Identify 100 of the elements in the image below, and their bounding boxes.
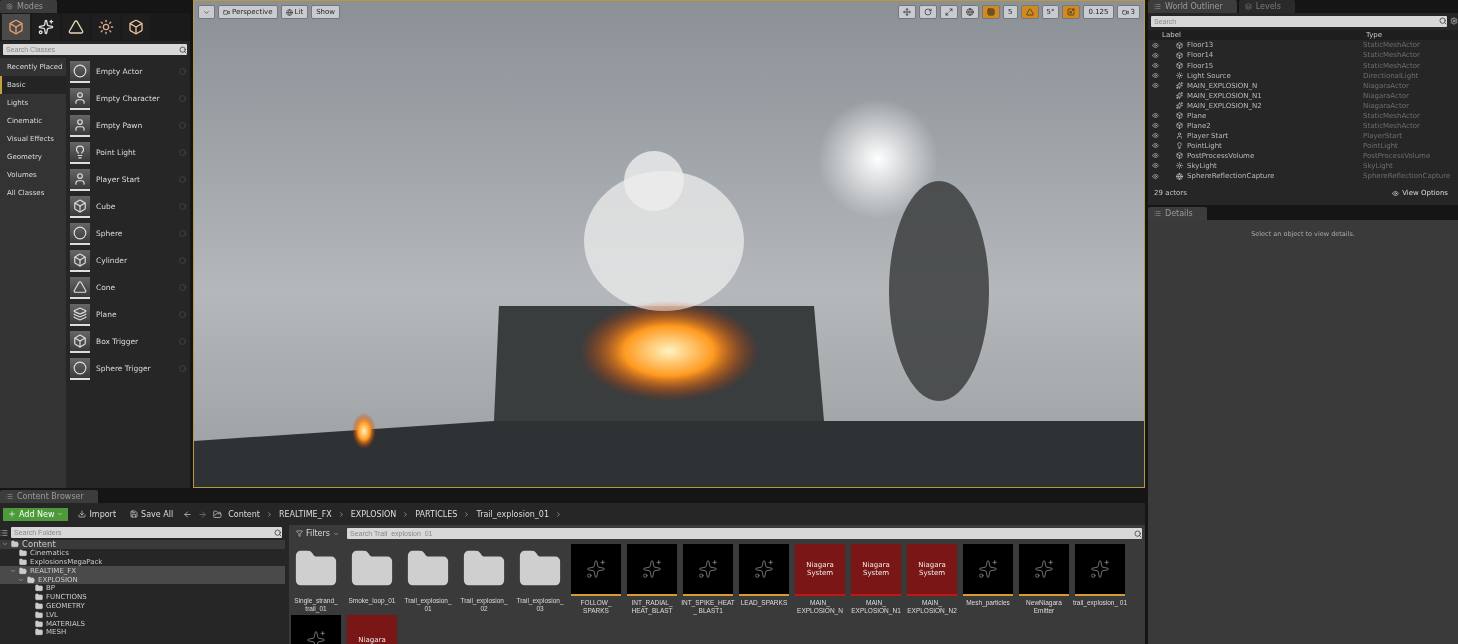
plane-icon — [73, 306, 87, 321]
breadcrumb-link[interactable]: EXPLOSION — [350, 509, 397, 519]
filter-icon — [296, 530, 303, 537]
eye-icon[interactable] — [1151, 132, 1159, 140]
sparks-icon — [754, 559, 774, 579]
panel-tab[interactable]: Modes — [0, 0, 57, 13]
snap-toggle[interactable] — [982, 5, 1001, 19]
sun-icon — [1176, 72, 1183, 80]
cube-icon — [1176, 41, 1183, 49]
world-space-button[interactable] — [961, 5, 980, 19]
help-icon — [179, 365, 186, 372]
breadcrumb-link[interactable]: Content — [228, 509, 260, 519]
rotate-tool-button[interactable] — [919, 5, 938, 19]
search-icon — [179, 45, 187, 54]
breadcrumb-link[interactable]: Trail_explosion_01 — [476, 509, 550, 519]
particle-thumbnail[interactable] — [739, 544, 789, 596]
help-icon — [179, 95, 186, 102]
mode-tab[interactable] — [122, 14, 150, 40]
brush-icon — [38, 19, 54, 35]
camera-icon — [1121, 8, 1129, 16]
sparkles-icon — [1176, 92, 1183, 100]
folder-icon — [213, 509, 223, 519]
breadcrumb-link[interactable]: PARTICLES — [415, 509, 458, 519]
cube-icon — [1176, 122, 1183, 130]
panel-tab[interactable]: Details — [1148, 207, 1207, 220]
rotate-icon — [924, 8, 933, 16]
bulb-icon — [1176, 142, 1183, 150]
forward-icon[interactable] — [198, 509, 208, 519]
foliage-icon — [98, 19, 114, 35]
eye-icon[interactable] — [1151, 112, 1159, 120]
move-tool-button[interactable] — [898, 5, 917, 19]
search-icon — [274, 528, 282, 537]
eye-icon[interactable] — [1151, 142, 1159, 150]
folder-tree-item[interactable]: Content — [0, 540, 285, 549]
particle-thumbnail[interactable] — [1019, 544, 1069, 596]
caret-icon — [203, 8, 210, 16]
search-icon — [1439, 17, 1447, 26]
panel-tab[interactable]: Content Browser — [0, 490, 98, 503]
pawn-icon — [73, 117, 87, 132]
help-icon — [179, 338, 186, 345]
sources-toggle-icon[interactable] — [0, 528, 8, 537]
help-icon — [179, 149, 186, 156]
mode-tab[interactable] — [32, 14, 60, 40]
plus-icon — [8, 510, 16, 518]
particle-thumbnail[interactable] — [627, 544, 677, 596]
cylinder-icon — [73, 252, 87, 267]
cube-icon — [1176, 62, 1183, 69]
sphere-icon — [285, 8, 293, 16]
particle-thumbnail[interactable] — [571, 544, 621, 596]
geometry-icon — [128, 19, 144, 35]
filters-button[interactable]: Filters — [292, 527, 343, 540]
sparks-icon — [978, 559, 998, 579]
back-icon[interactable] — [183, 509, 193, 519]
sparks-icon — [642, 559, 662, 579]
eye-icon[interactable] — [1151, 62, 1159, 69]
particle-thumbnail[interactable] — [963, 544, 1013, 596]
eye-icon[interactable] — [1151, 152, 1159, 160]
eye-icon[interactable] — [1151, 172, 1159, 180]
save-all-button[interactable]: Save All — [126, 507, 178, 521]
move-icon — [903, 8, 912, 16]
sparks-icon — [1034, 559, 1054, 579]
help-icon — [179, 257, 186, 264]
sparkles-icon — [1176, 82, 1183, 90]
help-icon — [179, 122, 186, 129]
settings-icon[interactable] — [1450, 17, 1458, 26]
help-icon — [179, 284, 186, 291]
eye-icon[interactable] — [1151, 122, 1159, 130]
import-icon — [78, 510, 87, 518]
scale-icon — [1067, 8, 1076, 16]
eye-icon[interactable] — [1151, 82, 1159, 90]
add-new-button[interactable]: Add New — [3, 507, 69, 521]
breadcrumb-link[interactable]: REALTIME_FX — [279, 509, 332, 519]
eye-icon[interactable] — [1151, 72, 1159, 80]
particle-thumbnail[interactable] — [1075, 544, 1125, 596]
sparks-icon — [586, 559, 606, 579]
cube-icon — [1176, 112, 1183, 120]
help-icon — [179, 176, 186, 183]
eye-icon[interactable] — [1151, 162, 1159, 170]
panel-tab[interactable]: World Outliner — [1148, 0, 1237, 13]
viewport-menu-button[interactable] — [198, 5, 215, 19]
cube-icon — [73, 198, 87, 213]
cube-icon — [8, 19, 24, 35]
caret-icon — [57, 511, 64, 517]
snap-toggle[interactable] — [1062, 5, 1081, 19]
sphere-icon — [73, 225, 87, 240]
caret-icon — [333, 530, 339, 537]
import-button[interactable]: Import — [74, 507, 121, 521]
eye-icon[interactable] — [1151, 41, 1159, 49]
mode-tab[interactable] — [62, 14, 90, 40]
scale-tool-button[interactable] — [940, 5, 959, 19]
person-icon — [1176, 132, 1183, 140]
mode-tab[interactable] — [92, 14, 120, 40]
capsule-icon — [73, 90, 87, 105]
eye-icon[interactable] — [1151, 51, 1159, 59]
expand-caret-icon[interactable] — [2, 541, 8, 548]
search-icon — [1134, 529, 1142, 538]
sun-icon — [1176, 162, 1183, 170]
sparks-icon — [306, 630, 326, 644]
particle-thumbnail[interactable] — [683, 544, 733, 596]
bulb-icon — [73, 144, 87, 159]
